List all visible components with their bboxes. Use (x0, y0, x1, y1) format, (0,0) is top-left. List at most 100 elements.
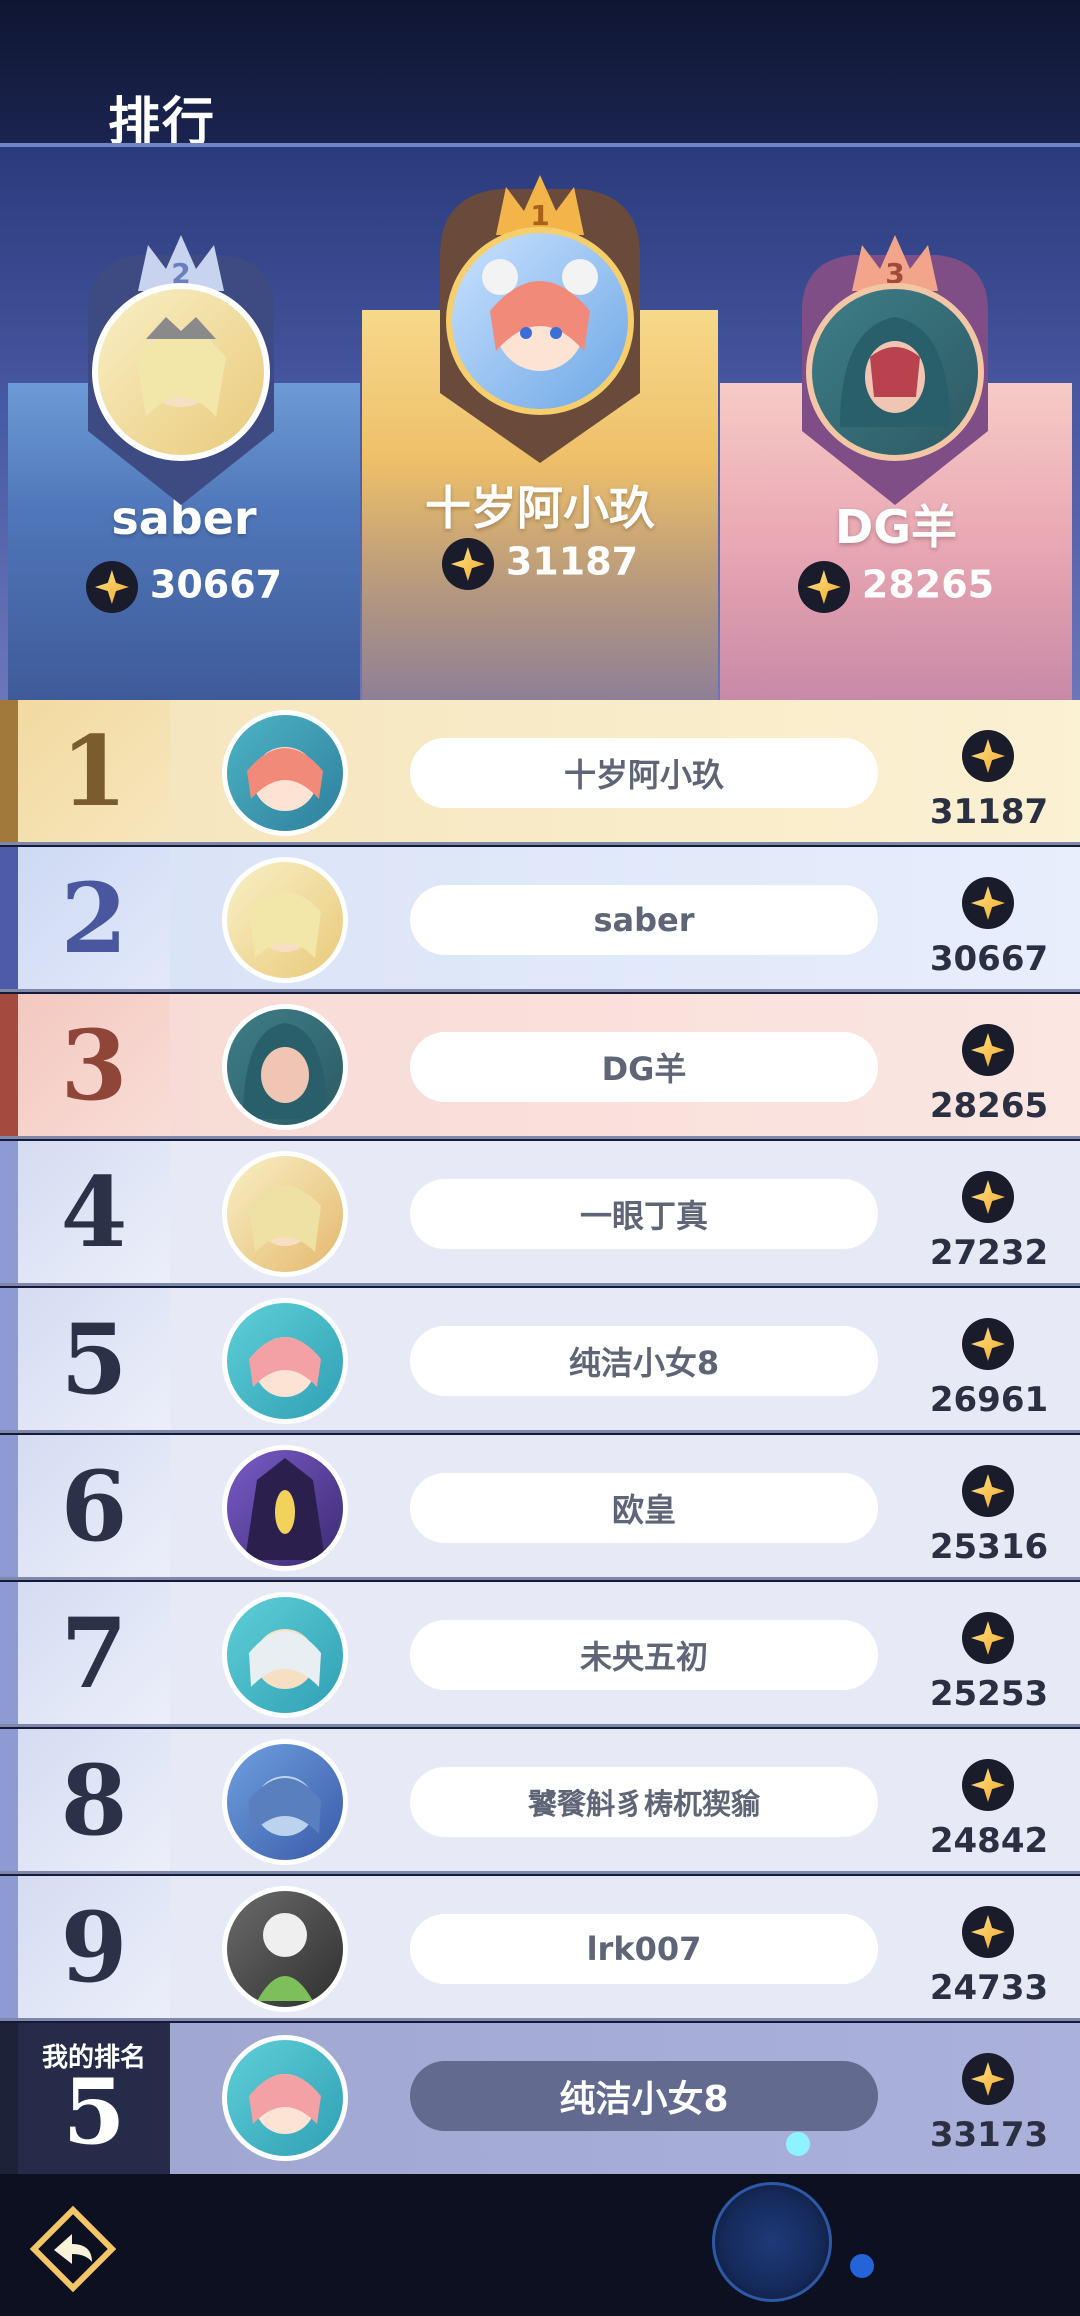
row-accent (0, 700, 18, 842)
player-score: 28265 (929, 1086, 1049, 1126)
row-accent (0, 1435, 18, 1577)
avatar-portrait (247, 747, 323, 811)
row-accent (0, 2023, 18, 2174)
avatar[interactable] (222, 857, 348, 983)
player-name: saber (410, 885, 878, 955)
player-name: 一眼丁真 (410, 1179, 878, 1249)
gem-icon (797, 561, 850, 613)
avatar[interactable] (222, 2035, 348, 2161)
gem-icon (962, 1171, 1014, 1223)
row-accent (0, 1141, 18, 1283)
back-arrow-icon[interactable] (28, 2204, 118, 2294)
table-row[interactable]: 4 一眼丁真 27232 (0, 1141, 1080, 1286)
avatar-portrait (257, 1913, 313, 2001)
player-name: lrk007 (410, 1914, 878, 1984)
avatar-portrait (249, 892, 321, 958)
avatar[interactable] (222, 1151, 348, 1277)
avatar-portrait (249, 2074, 321, 2134)
player-score: 26961 (929, 1380, 1049, 1420)
podium-avatar-1[interactable] (446, 227, 634, 415)
podium: saber 30667 2 十岁阿小玖 31187 1 DG羊 28265 3 (0, 147, 1080, 700)
row-accent (0, 1876, 18, 2018)
podium-score-3: 28265 (720, 561, 1072, 613)
avatar[interactable] (222, 1445, 348, 1571)
crown-icon: 1 (496, 175, 584, 235)
row-accent (0, 1729, 18, 1871)
player-score: 31187 (929, 792, 1049, 832)
avatar[interactable] (222, 1298, 348, 1424)
gem-icon (962, 1612, 1014, 1664)
player-score: 33173 (929, 2115, 1049, 2155)
podium-avatar-2[interactable] (92, 283, 270, 461)
row-accent (0, 847, 18, 989)
avatar-portrait (249, 1186, 321, 1252)
avatar-portrait (249, 1337, 321, 1397)
avatar[interactable] (222, 1592, 348, 1718)
podium-avatar-3[interactable] (806, 283, 984, 461)
table-row[interactable]: 9 lrk007 24733 (0, 1876, 1080, 2021)
podium-score-value-2: 30667 (149, 562, 283, 607)
table-row[interactable]: 8 饕餮斛豸梼杌猰貐 24842 (0, 1729, 1080, 1874)
player-name: DG羊 (410, 1032, 878, 1102)
table-row[interactable]: 5 纯洁小女8 26961 (0, 1288, 1080, 1433)
row-accent (0, 994, 18, 1136)
table-row[interactable]: 1 十岁阿小玖 31187 (0, 700, 1080, 845)
avatar-portrait (243, 1023, 327, 1119)
rank-number: 6 (60, 1449, 128, 1563)
rank-number: 8 (60, 1743, 128, 1857)
rank-number: 9 (60, 1890, 128, 2004)
rank-number: 5 (60, 1302, 128, 1416)
gem-icon (962, 1318, 1014, 1370)
podium-score-value-1: 31187 (505, 539, 639, 584)
avatar[interactable] (222, 710, 348, 836)
my-rank-number: 5 (62, 2059, 126, 2165)
avatar[interactable] (222, 1004, 348, 1130)
avatar-portrait (136, 317, 226, 417)
rank-number: 3 (60, 1008, 128, 1122)
player-score: 27232 (929, 1233, 1049, 1273)
avatar[interactable] (222, 1739, 348, 1865)
gem-icon (962, 1465, 1014, 1517)
podium-score-value-3: 28265 (861, 562, 995, 607)
decorative-dot (850, 2254, 874, 2278)
player-score: 25316 (929, 1527, 1049, 1567)
podium-score-1: 31187 (362, 538, 718, 590)
my-rank-row[interactable]: 我的排名 5 纯洁小女8 33173 (0, 2023, 1080, 2174)
player-score: 25253 (929, 1674, 1049, 1714)
row-accent (0, 1582, 18, 1724)
table-row[interactable]: 7 未央五初 25253 (0, 1582, 1080, 1727)
rank-number: 2 (60, 861, 128, 975)
orb-button[interactable] (712, 2182, 832, 2302)
gem-icon (962, 1759, 1014, 1811)
player-name: 十岁阿小玖 (410, 738, 878, 808)
rank-number: 7 (60, 1596, 128, 1710)
gem-icon (962, 877, 1014, 929)
table-row[interactable]: 6 欧皇 25316 (0, 1435, 1080, 1580)
player-name: 纯洁小女8 (410, 2061, 878, 2131)
gem-icon (962, 730, 1014, 782)
rank-number: 4 (60, 1155, 128, 1269)
table-row[interactable]: 2 saber 30667 (0, 847, 1080, 992)
rank-number: 1 (60, 714, 128, 828)
player-name: 未央五初 (410, 1620, 878, 1690)
gem-icon (85, 561, 138, 613)
gem-icon (962, 2053, 1014, 2105)
row-accent (0, 1288, 18, 1430)
avatar-portrait (840, 317, 950, 427)
decorative-dot (786, 2132, 810, 2156)
player-name: 纯洁小女8 (410, 1326, 878, 1396)
header-bar: 排行 (0, 0, 1080, 153)
bottom-bar (0, 2174, 1080, 2316)
avatar-portrait (249, 1629, 321, 1689)
player-score: 24733 (929, 1968, 1049, 2008)
avatar-portrait (245, 1458, 325, 1560)
table-row[interactable]: 3 DG羊 28265 (0, 994, 1080, 1139)
gem-icon (962, 1024, 1014, 1076)
podium-score-2: 30667 (8, 561, 360, 613)
gem-icon (441, 538, 494, 590)
player-name: 欧皇 (410, 1473, 878, 1543)
player-score: 30667 (929, 939, 1049, 979)
avatar-portrait (482, 259, 598, 371)
podium-name-1: 十岁阿小玖 (425, 481, 655, 535)
avatar[interactable] (222, 1886, 348, 2012)
